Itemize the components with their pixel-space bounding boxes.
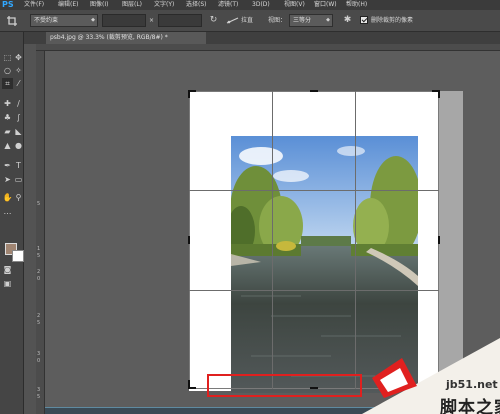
crop-tool-icon[interactable]: ⌗ <box>2 78 13 89</box>
ruler-number: 0 <box>37 358 41 364</box>
ruler-number: 3 <box>37 387 41 393</box>
thirds-grid-line <box>189 190 439 191</box>
view-label: 视图： <box>268 17 287 24</box>
straighten-label[interactable]: 拉直 <box>241 14 253 27</box>
ruler-number: 0 <box>37 276 41 282</box>
ruler-number: 3 <box>37 351 41 357</box>
document-tab-bar: psb4.jpg @ 33.3% (裁剪预览, RGB/8#) * <box>24 32 500 44</box>
thirds-grid-line <box>189 290 439 291</box>
menu-type[interactable]: 文字(Y) <box>154 0 174 10</box>
photoshop-logo: PS <box>2 0 14 9</box>
menu-bar: PS 文件(F) 编辑(E) 图像(I) 图层(L) 文字(Y) 选择(S) 滤… <box>0 0 500 10</box>
swap-dimensions-icon[interactable]: ↻ <box>207 14 220 27</box>
crop-handle-top-left[interactable] <box>188 90 190 98</box>
ruler-number: 5 <box>37 253 41 259</box>
menu-view[interactable]: 视图(V) <box>284 0 305 10</box>
marquee-tool-icon[interactable]: ⬚ <box>2 52 13 63</box>
ruler-number: 5 <box>37 394 41 400</box>
crop-height-input[interactable] <box>158 14 202 27</box>
menu-image[interactable]: 图像(I) <box>90 0 108 10</box>
watermark-url: jb51.net <box>446 378 498 391</box>
delete-cropped-pixels-label: 删除裁剪的像素 <box>371 17 414 24</box>
menu-help[interactable]: 帮助(H) <box>346 0 367 10</box>
move-tool-icon[interactable]: ✥ <box>13 52 24 63</box>
menu-select[interactable]: 选择(S) <box>186 0 207 10</box>
options-bar: 不受约束 ◆ × ↻ 拉直 视图： 三等分 ◆ ✱ 删除裁剪的像素 <box>0 10 500 32</box>
menu-edit[interactable]: 编辑(E) <box>58 0 78 10</box>
crop-ratio-select[interactable]: 不受约束 ◆ <box>30 14 98 27</box>
highlight-annotation-box <box>207 374 362 397</box>
crop-ratio-value: 不受约束 <box>34 17 59 24</box>
clone-stamp-tool-icon[interactable]: ♣ <box>2 112 13 123</box>
toolbox: ⬚ ✥ ○ ✧ ⌗ ⁄ ✚ ∕ ♣ ∫ ▰ ◣ ▲ ● ✒ T ➤ ▭ ✋ ⚲ … <box>0 32 24 414</box>
zoom-tool-icon[interactable]: ⚲ <box>13 192 24 203</box>
brush-tool-icon[interactable]: ∕ <box>13 98 24 109</box>
vertical-ruler: 5 1 5 2 0 2 5 3 0 3 5 <box>36 51 45 414</box>
overlay-view-value: 三等分 <box>293 17 312 24</box>
ruler-number: 5 <box>37 320 41 326</box>
eyedropper-tool-icon[interactable]: ⁄ <box>13 78 24 89</box>
ruler-number: 1 <box>37 246 41 252</box>
menu-filter[interactable]: 滤镜(T) <box>218 0 238 10</box>
crop-width-input[interactable] <box>102 14 146 27</box>
ruler-number: 5 <box>37 201 41 207</box>
paint-bucket-tool-icon[interactable]: ◣ <box>13 126 24 137</box>
horizontal-ruler <box>36 44 500 51</box>
blur-tool-icon[interactable]: ▲ <box>2 140 13 151</box>
magic-wand-tool-icon[interactable]: ✧ <box>13 65 24 76</box>
dodge-tool-icon[interactable]: ● <box>13 140 24 151</box>
screen-mode-icon[interactable]: ▣ <box>2 278 13 289</box>
chevron-down-icon: ◆ <box>91 17 95 23</box>
menu-3d[interactable]: 3D(D) <box>252 0 270 10</box>
menu-window[interactable]: 窗口(W) <box>314 0 337 10</box>
crop-tool-icon[interactable] <box>6 15 18 27</box>
watermark-name: 脚本之家 <box>440 398 500 414</box>
document-tab[interactable]: psb4.jpg @ 33.3% (裁剪预览, RGB/8#) * <box>46 32 206 44</box>
crop-handle-bottom-left[interactable] <box>188 387 196 389</box>
hand-tool-icon[interactable]: ✋ <box>2 192 13 203</box>
eraser-tool-icon[interactable]: ▰ <box>2 126 13 137</box>
delete-cropped-pixels-checkbox[interactable] <box>360 16 368 24</box>
gear-icon[interactable]: ✱ <box>341 14 354 27</box>
overlay-view-select[interactable]: 三等分 ◆ <box>289 14 333 27</box>
rectangle-tool-icon[interactable]: ▭ <box>13 174 24 185</box>
menu-layer[interactable]: 图层(L) <box>122 0 142 10</box>
quick-mask-icon[interactable]: ◙ <box>2 264 13 275</box>
document-tab-title: psb4.jpg @ 33.3% (裁剪预览, RGB/8#) * <box>50 34 168 41</box>
crop-handle-top-right[interactable] <box>438 90 440 98</box>
ruler-number: 2 <box>37 313 41 319</box>
type-tool-icon[interactable]: T <box>13 160 24 171</box>
pen-tool-icon[interactable]: ✒ <box>2 160 13 171</box>
chevron-down-icon: ◆ <box>326 17 330 23</box>
times-sign: × <box>149 17 155 24</box>
path-selection-tool-icon[interactable]: ➤ <box>2 174 13 185</box>
crop-handle-left[interactable] <box>188 236 190 244</box>
crop-handle-right[interactable] <box>438 236 440 244</box>
background-color-swatch[interactable] <box>12 250 24 262</box>
lasso-tool-icon[interactable]: ○ <box>2 65 13 76</box>
ruler-number: 2 <box>37 269 41 275</box>
thirds-grid-line <box>272 91 273 389</box>
thirds-grid-line <box>355 91 356 389</box>
menu-file[interactable]: 文件(F) <box>24 0 44 10</box>
history-brush-tool-icon[interactable]: ∫ <box>13 112 24 123</box>
healing-brush-tool-icon[interactable]: ✚ <box>2 98 13 109</box>
crop-handle-top[interactable] <box>310 90 318 92</box>
straighten-icon[interactable] <box>226 14 239 27</box>
more-tools-icon[interactable]: … <box>2 206 13 217</box>
